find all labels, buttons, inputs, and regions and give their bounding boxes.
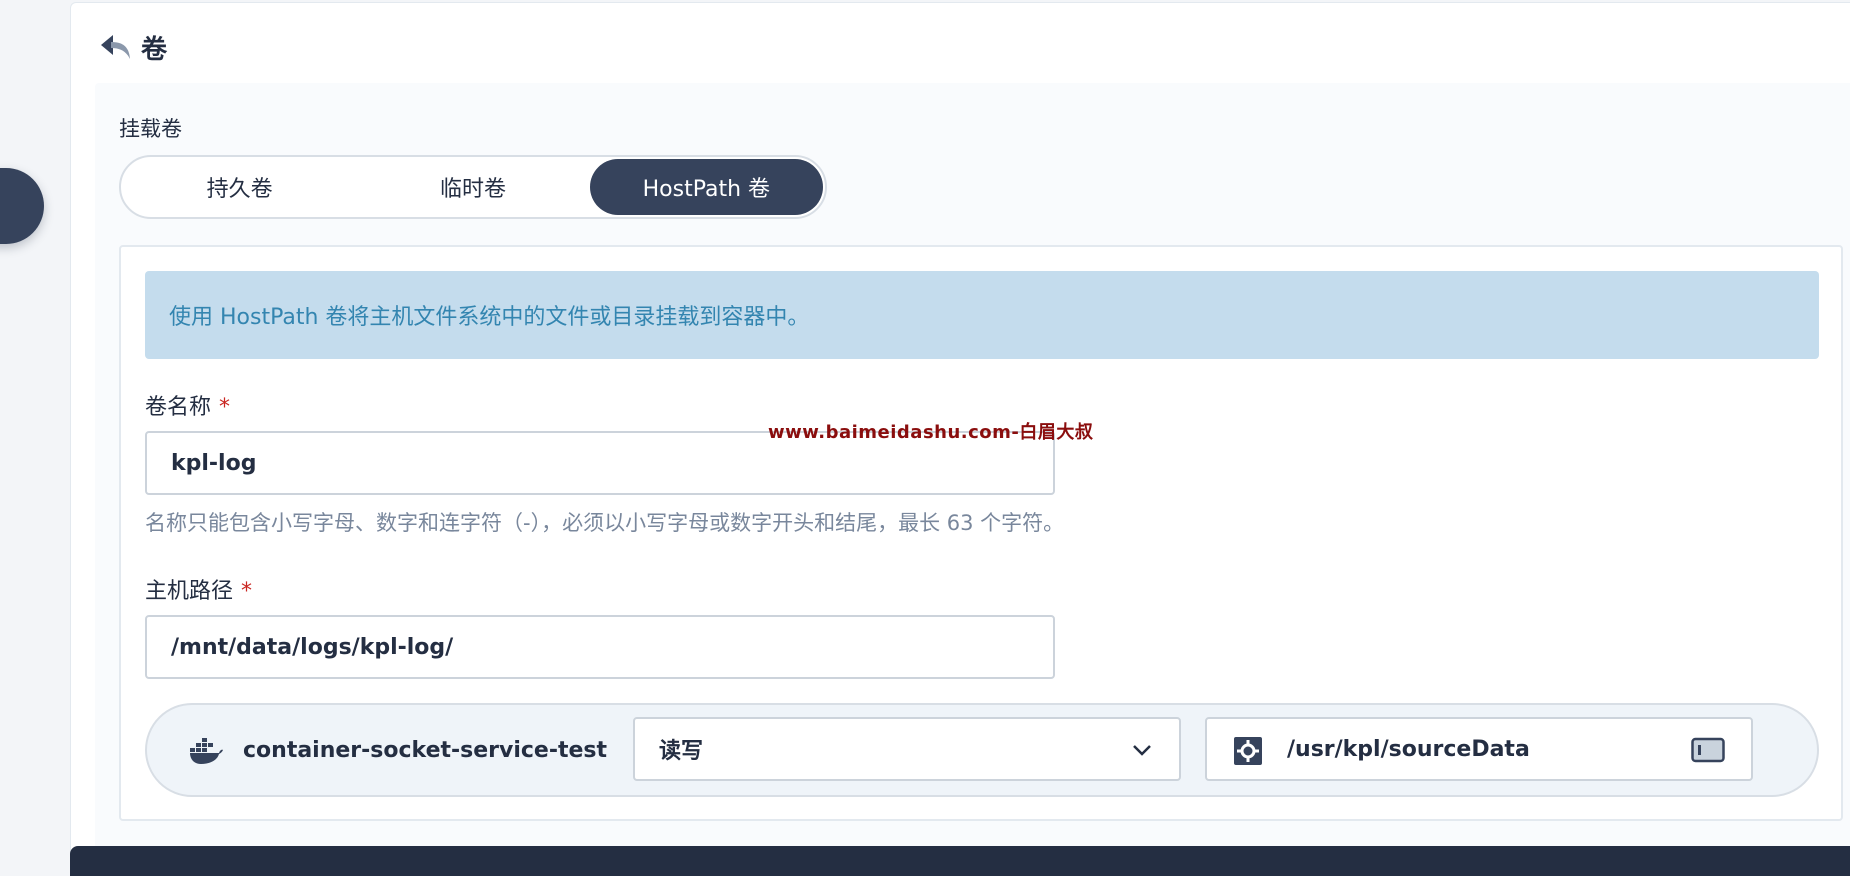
host-path-label-text: 主机路径	[145, 579, 234, 604]
terminal-icon[interactable]	[1691, 737, 1725, 763]
volume-name-label-text: 卷名称	[145, 395, 212, 420]
mount-volume-section: 挂载卷 持久卷 临时卷 HostPath 卷 使用 HostPath 卷将主机文…	[95, 83, 1850, 876]
section-label: 挂载卷	[119, 117, 182, 141]
access-mode-select[interactable]: 读写	[633, 717, 1181, 781]
back-arrow-icon[interactable]	[99, 31, 133, 65]
hostpath-form-card: 使用 HostPath 卷将主机文件系统中的文件或目录挂载到容器中。 卷名称 * …	[119, 245, 1843, 821]
watermark: www.baimeidashu.com-白眉大叔	[768, 422, 1094, 443]
tab-persistent-volume[interactable]: 持久卷	[123, 159, 356, 215]
side-drawer-toggle[interactable]	[0, 168, 44, 244]
chevron-down-icon	[1131, 739, 1153, 761]
volume-name-hint: 名称只能包含小写字母、数字和连字符（-），必须以小写字母或数字开头和结尾，最长 …	[145, 511, 1065, 535]
container-name: container-socket-service-test	[243, 737, 608, 763]
docker-icon	[189, 735, 223, 765]
host-path-label: 主机路径 *	[145, 573, 252, 605]
host-path-value: /mnt/data/logs/kpl-log/	[171, 634, 454, 660]
container-mount-row: container-socket-service-test 读写 /usr/kp…	[145, 703, 1819, 797]
page-header: 卷	[99, 29, 167, 66]
volume-type-tabs: 持久卷 临时卷 HostPath 卷	[119, 155, 827, 219]
mount-path-input[interactable]: /usr/kpl/sourceData	[1205, 717, 1753, 781]
host-path-input[interactable]: /mnt/data/logs/kpl-log/	[145, 615, 1055, 679]
tab-temporary-volume[interactable]: 临时卷	[356, 159, 589, 215]
required-mark: *	[241, 579, 253, 604]
mount-path-value: /usr/kpl/sourceData	[1287, 736, 1530, 762]
tab-hostpath-volume[interactable]: HostPath 卷	[589, 159, 823, 215]
access-mode-value: 读写	[659, 739, 704, 764]
gear-icon	[1233, 736, 1263, 766]
volume-name-label: 卷名称 *	[145, 389, 230, 421]
bottom-action-bar	[70, 846, 1850, 876]
volume-name-value: kpl-log	[171, 450, 257, 476]
required-mark: *	[219, 395, 231, 420]
info-banner: 使用 HostPath 卷将主机文件系统中的文件或目录挂载到容器中。	[145, 271, 1819, 359]
page-title: 卷	[141, 35, 168, 65]
